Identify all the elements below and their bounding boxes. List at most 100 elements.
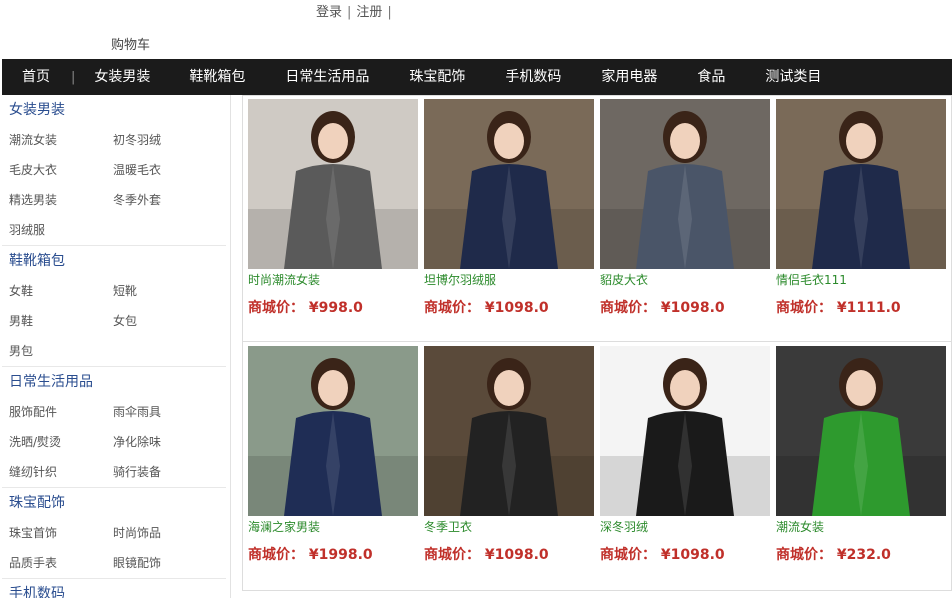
category-title[interactable]: 珠宝配饰 [2, 488, 226, 518]
nav-item-clothing[interactable]: 女装男装 [94, 59, 150, 95]
subcategory-link[interactable]: 缝纫针织 [9, 457, 113, 487]
product-name[interactable]: 海澜之家男装 [248, 519, 418, 536]
category-group: 鞋靴箱包 女鞋 短靴 男鞋 女包 男包 [2, 246, 226, 367]
subcategory-link[interactable]: 温暖毛衣 [113, 155, 223, 185]
price-label: 商城价： [600, 547, 656, 563]
product-card[interactable]: 深冬羽绒 商城价： ¥1098.0 [600, 346, 770, 564]
product-card[interactable]: 潮流女装 商城价： ¥232.0 [776, 346, 946, 564]
navy-coat-photo [776, 99, 946, 269]
product-card[interactable]: 海澜之家男装 商城价： ¥1998.0 [248, 346, 418, 564]
top-links: 登录 | 注册 | [316, 5, 397, 21]
price-label: 商城价： [600, 300, 656, 316]
plaid-coat-photo [600, 99, 770, 269]
subcategory-link[interactable]: 精选男装 [9, 185, 113, 215]
price-value: ¥1098.0 [660, 547, 725, 563]
subcategory-link[interactable]: 服饰配件 [9, 397, 113, 427]
nav-item-daily-goods[interactable]: 日常生活用品 [285, 59, 369, 95]
product-name[interactable]: 坦博尔羽绒服 [424, 272, 594, 289]
product-name[interactable]: 深冬羽绒 [600, 519, 770, 536]
price-value: ¥998.0 [308, 300, 363, 316]
nav-item-test[interactable]: 测试类目 [765, 59, 821, 95]
product-name[interactable]: 貂皮大衣 [600, 272, 770, 289]
subcategory-link[interactable]: 男包 [9, 336, 113, 366]
register-link[interactable]: 注册 [356, 5, 382, 20]
price-label: 商城价： [776, 300, 832, 316]
nav-item-appliances[interactable]: 家用电器 [601, 59, 657, 95]
subcategory-link[interactable]: 时尚饰品 [113, 518, 223, 548]
price-value: ¥1111.0 [836, 300, 901, 316]
subcategory-link[interactable]: 羽绒服 [9, 215, 113, 245]
subcategory-link[interactable]: 雨伞雨具 [113, 397, 223, 427]
knit-cardigan-photo [248, 99, 418, 269]
category-group: 日常生活用品 服饰配件 雨伞雨具 洗晒/熨烫 净化除味 缝纫针织 骑行装备 [2, 367, 226, 488]
nav-item-digital[interactable]: 手机数码 [505, 59, 561, 95]
product-price: 商城价： ¥232.0 [776, 544, 946, 564]
subcategory-link[interactable]: 女包 [113, 306, 223, 336]
category-title[interactable]: 女装男装 [2, 95, 226, 125]
product-price: 商城价： ¥1098.0 [600, 544, 770, 564]
subcategory-link[interactable]: 女鞋 [9, 276, 113, 306]
category-title[interactable]: 日常生活用品 [2, 367, 226, 397]
product-image[interactable] [776, 99, 946, 269]
product-grid: 时尚潮流女装 商城价： ¥998.0 坦博尔羽绒服 商城价： ¥1098.0 貂… [242, 95, 952, 591]
subcategory-link[interactable]: 男鞋 [9, 306, 113, 336]
price-value: ¥1098.0 [660, 300, 725, 316]
subcategory-link[interactable]: 眼镜配饰 [113, 548, 223, 578]
price-label: 商城价： [424, 547, 480, 563]
price-label: 商城价： [424, 300, 480, 316]
product-card[interactable]: 貂皮大衣 商城价： ¥1098.0 [600, 99, 770, 317]
price-value: ¥1098.0 [484, 300, 549, 316]
product-name[interactable]: 情侣毛衣111 [776, 272, 946, 289]
product-row: 时尚潮流女装 商城价： ¥998.0 坦博尔羽绒服 商城价： ¥1098.0 貂… [243, 96, 952, 342]
nav-divider: | [71, 69, 76, 85]
nav-item-shoes-bags[interactable]: 鞋靴箱包 [189, 59, 245, 95]
main-nav: 首页 | 女装男装 鞋靴箱包 日常生活用品 珠宝配饰 手机数码 家用电器 食品 … [2, 59, 952, 95]
navy-coat-photo [424, 99, 594, 269]
product-image[interactable] [248, 346, 418, 516]
price-value: ¥1098.0 [484, 547, 549, 563]
subcategory-link[interactable]: 洗晒/熨烫 [9, 427, 113, 457]
nav-item-food[interactable]: 食品 [697, 59, 725, 95]
navy-jacket-photo [248, 346, 418, 516]
product-image[interactable] [248, 99, 418, 269]
subcategory-link[interactable]: 净化除味 [113, 427, 223, 457]
product-image[interactable] [600, 346, 770, 516]
subcategory-link[interactable]: 珠宝首饰 [9, 518, 113, 548]
category-title[interactable]: 手机数码 [2, 579, 226, 598]
category-group: 女装男装 潮流女装 初冬羽绒 毛皮大衣 温暖毛衣 精选男装 冬季外套 羽绒服 [2, 95, 226, 246]
product-price: 商城价： ¥1998.0 [248, 544, 418, 564]
price-value: ¥232.0 [836, 547, 891, 563]
subcategory-link[interactable]: 潮流女装 [9, 125, 113, 155]
product-image[interactable] [424, 346, 594, 516]
subcategory-link[interactable]: 品质手表 [9, 548, 113, 578]
subcategory-link[interactable]: 冬季外套 [113, 185, 223, 215]
product-price: 商城价： ¥1098.0 [424, 297, 594, 317]
product-name[interactable]: 冬季卫衣 [424, 519, 594, 536]
subcategory-link[interactable]: 短靴 [113, 276, 223, 306]
green-coat-photo [776, 346, 946, 516]
subcategory-link[interactable]: 初冬羽绒 [113, 125, 223, 155]
product-name[interactable]: 时尚潮流女装 [248, 272, 418, 289]
category-sidebar: 女装男装 潮流女装 初冬羽绒 毛皮大衣 温暖毛衣 精选男装 冬季外套 羽绒服 鞋… [2, 95, 231, 598]
price-value: ¥1998.0 [308, 547, 373, 563]
product-name[interactable]: 潮流女装 [776, 519, 946, 536]
product-image[interactable] [600, 99, 770, 269]
cart-link[interactable]: 购物车 [111, 34, 150, 53]
product-card[interactable]: 情侣毛衣111 商城价： ¥1111.0 [776, 99, 946, 317]
product-image[interactable] [424, 99, 594, 269]
login-link[interactable]: 登录 [316, 5, 342, 20]
product-price: 商城价： ¥998.0 [248, 297, 418, 317]
category-title[interactable]: 鞋靴箱包 [2, 246, 226, 276]
price-label: 商城价： [248, 300, 304, 316]
product-price: 商城价： ¥1098.0 [600, 297, 770, 317]
top-separator-end: | [387, 5, 392, 20]
nav-item-home[interactable]: 首页 [22, 59, 50, 95]
category-group: 珠宝配饰 珠宝首饰 时尚饰品 品质手表 眼镜配饰 [2, 488, 226, 579]
subcategory-link[interactable]: 毛皮大衣 [9, 155, 113, 185]
nav-item-jewelry[interactable]: 珠宝配饰 [409, 59, 465, 95]
product-image[interactable] [776, 346, 946, 516]
product-card[interactable]: 时尚潮流女装 商城价： ¥998.0 [248, 99, 418, 317]
subcategory-link[interactable]: 骑行装备 [113, 457, 223, 487]
product-card[interactable]: 坦博尔羽绒服 商城价： ¥1098.0 [424, 99, 594, 317]
product-card[interactable]: 冬季卫衣 商城价： ¥1098.0 [424, 346, 594, 564]
